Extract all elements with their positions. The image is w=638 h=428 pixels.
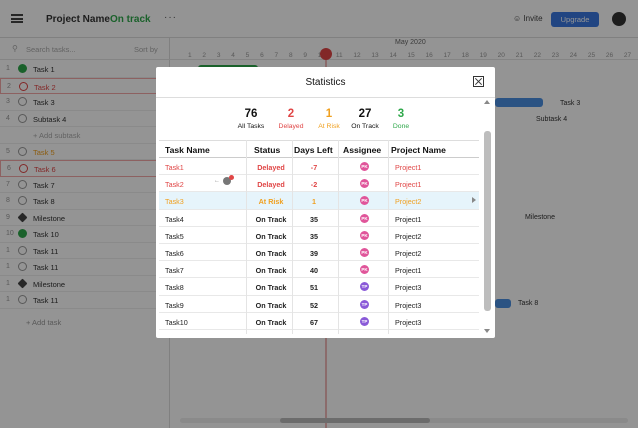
stat-value: 2	[287, 108, 295, 120]
stat-value: 27	[358, 108, 372, 120]
cell-status: On Track	[255, 266, 287, 276]
statistics-modal: Statistics 76 All Tasks 2 Delayed 1 At R…	[156, 67, 495, 338]
cell-days-left: 52	[310, 300, 318, 310]
cell-project-name: Project1	[395, 266, 422, 276]
cell-days-left: 67	[310, 317, 318, 327]
scroll-up-arrow[interactable]	[483, 98, 491, 106]
cell-project-name: Project3	[395, 300, 422, 310]
table-row[interactable]: Task10 On Track 67 TP Project3	[159, 313, 479, 330]
cell-task-name: Task3	[165, 197, 184, 207]
cell-status: On Track	[255, 283, 287, 293]
assignee-avatar: PK	[360, 265, 369, 275]
cell-task-name: Task10	[165, 317, 188, 327]
stat-done: 3 Done	[384, 108, 418, 130]
cell-project-name: Project3	[395, 283, 422, 293]
modal-title: Statistics	[305, 77, 346, 88]
stat-caption: Done	[392, 123, 410, 130]
assignee-avatar: TP	[360, 282, 369, 292]
assignee-avatar: PK	[360, 213, 369, 223]
stat-caption: On Track	[351, 123, 379, 130]
stat-on-track: 27 On Track	[348, 108, 382, 130]
app-root: Project Name On track ··· ☺ Invite Upgra…	[0, 0, 638, 428]
table-row[interactable]: Task1 Delayed -7 PK Project1	[159, 158, 479, 176]
cell-task-name: Task7	[165, 266, 184, 276]
table-header: Task Name Status Days Left Assignee Proj…	[159, 140, 479, 158]
table-row[interactable]: Task7 On Track 40 PK Project1	[159, 261, 479, 279]
close-icon[interactable]	[473, 76, 484, 87]
stat-all-tasks: 76 All Tasks	[234, 108, 268, 130]
table-row[interactable]: Task4 On Track 35 PK Project1	[159, 210, 479, 227]
cell-status: On Track	[255, 300, 287, 310]
stat-caption: All Tasks	[237, 123, 265, 130]
table-row[interactable]: Task6 On Track 39 PK Project2	[159, 244, 479, 262]
cell-days-left: 39	[310, 249, 318, 258]
stat-delayed: 2 Delayed	[274, 108, 308, 130]
column-header-status[interactable]: Status	[254, 145, 280, 155]
cell-task-name: Task8	[165, 283, 184, 293]
cell-task-name: Task2	[165, 180, 184, 190]
table-row[interactable]: Task2 Delayed -2 PK Project1 ←	[159, 175, 479, 193]
column-divider	[388, 140, 389, 334]
cell-days-left: -7	[310, 163, 318, 172]
cell-days-left: 40	[310, 266, 318, 276]
scroll-down-arrow[interactable]	[483, 327, 491, 335]
modal-divider	[156, 97, 495, 98]
assignee-avatar: PK	[360, 230, 369, 240]
arrow-left-icon: ←	[214, 178, 220, 185]
stat-at-risk: 1 At Risk	[312, 108, 346, 130]
cell-days-left: -2	[310, 180, 318, 190]
cell-days-left: 1	[312, 197, 316, 207]
cell-project-name: Project2	[395, 249, 422, 258]
cell-project-name: Project1	[395, 214, 422, 224]
column-divider	[292, 140, 293, 334]
stat-value: 76	[244, 108, 258, 120]
cell-days-left: 35	[310, 214, 318, 224]
cell-status: On Track	[255, 317, 287, 327]
cell-project-name: Project3	[395, 317, 422, 327]
cell-task-name: Task4	[165, 214, 184, 224]
stat-caption: At Risk	[318, 123, 340, 130]
notification-badge	[229, 175, 234, 181]
column-divider	[246, 140, 247, 334]
stat-value: 3	[397, 108, 405, 120]
cell-status: On Track	[255, 214, 287, 224]
column-header-days-left[interactable]: Days Left	[294, 145, 333, 155]
table-row[interactable]: Task3 At Risk 1 PK Project2	[159, 192, 479, 210]
cell-status: Delayed	[257, 180, 285, 190]
column-header-project-name[interactable]: Project Name	[391, 145, 446, 155]
cell-days-left: 35	[310, 231, 318, 241]
assignee-avatar: TP	[360, 316, 369, 326]
chevron-right-icon[interactable]	[472, 197, 476, 204]
cell-task-name: Task6	[165, 249, 184, 258]
assignee-avatar: PK	[360, 196, 369, 206]
cell-task-name: Task1	[165, 163, 184, 172]
cell-status: At Risk	[258, 197, 284, 207]
table-row[interactable]: Task5 On Track 35 PK Project2	[159, 227, 479, 244]
cell-days-left: 51	[310, 283, 318, 293]
cell-status: On Track	[255, 231, 287, 241]
cell-project-name: Project1	[395, 163, 422, 172]
table-row[interactable]: Task9 On Track 52 TP Project3	[159, 296, 479, 313]
stat-value: 1	[325, 108, 333, 120]
cell-project-name: Project2	[395, 231, 422, 241]
column-divider	[338, 140, 339, 334]
cell-status: Delayed	[257, 163, 285, 172]
cell-task-name: Task9	[165, 300, 184, 310]
cell-project-name: Project1	[395, 180, 422, 190]
stat-caption: Delayed	[278, 123, 304, 130]
assignee-avatar: TP	[360, 299, 369, 309]
cell-status: On Track	[255, 249, 287, 258]
cell-project-name: Project2	[395, 197, 422, 207]
assignee-avatar: PK	[360, 248, 369, 257]
vertical-scroll-thumb[interactable]	[484, 131, 491, 311]
cell-task-name: Task5	[165, 231, 184, 241]
table-row[interactable]: Task8 On Track 51 TP Project3	[159, 278, 479, 296]
column-header-task-name[interactable]: Task Name	[165, 145, 210, 155]
assignee-avatar: PK	[360, 162, 369, 171]
column-header-assignee[interactable]: Assignee	[343, 145, 381, 155]
assignee-avatar: PK	[360, 179, 369, 189]
stats-summary: 76 All Tasks 2 Delayed 1 At Risk 27 On T…	[234, 108, 424, 136]
